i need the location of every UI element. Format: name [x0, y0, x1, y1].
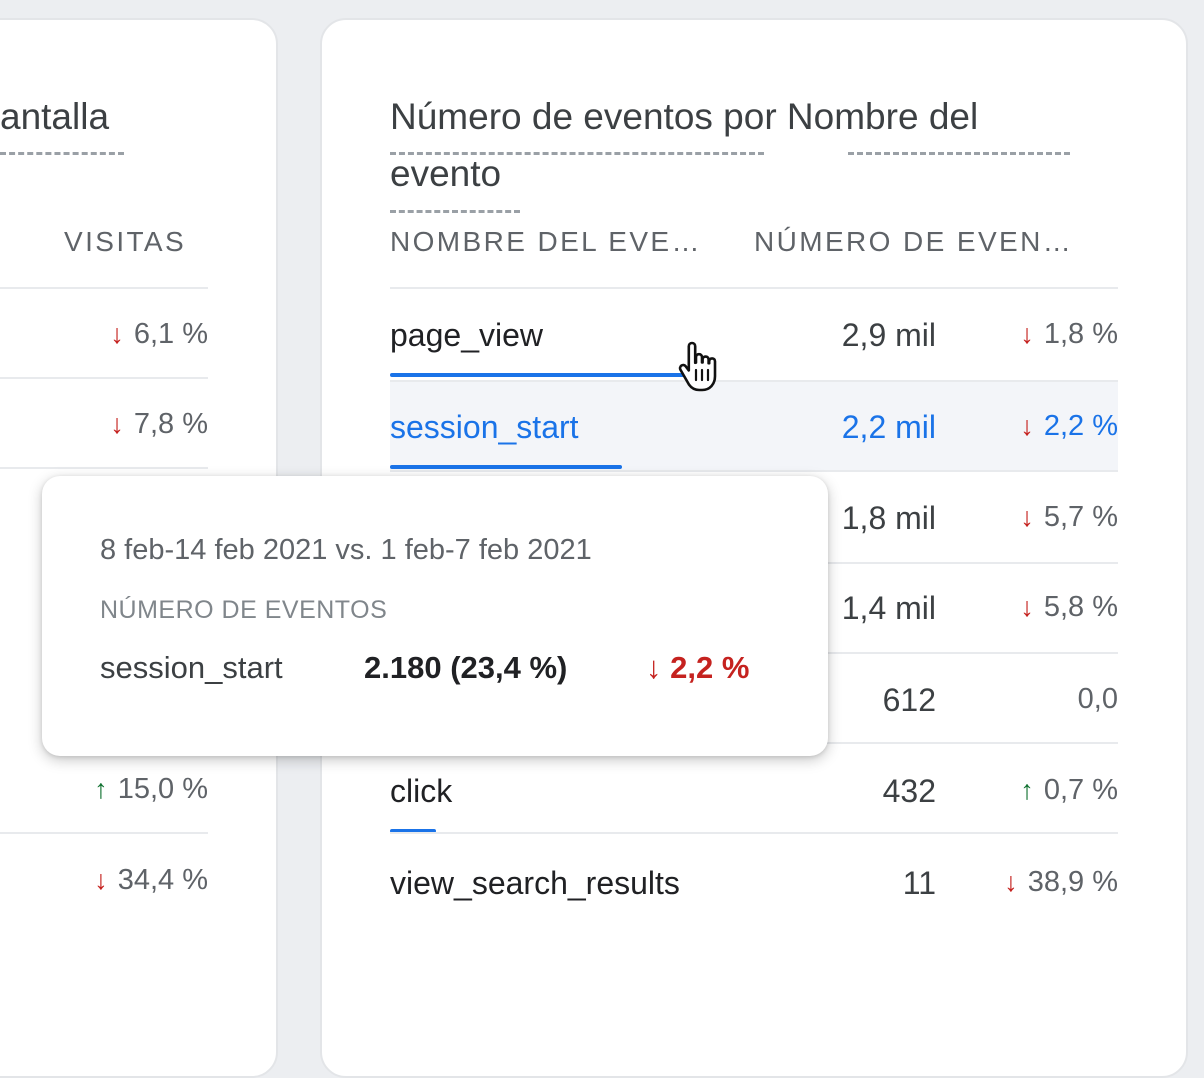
column-header-visitas[interactable]: VISITAS — [64, 226, 186, 258]
title-underline-dimension[interactable] — [848, 152, 1070, 155]
left-row-change: ↓ 7,8 % — [110, 408, 208, 441]
left-row-change-value: 15,0 % — [117, 773, 208, 805]
left-row-change-value: 34,4 % — [117, 864, 208, 896]
header-divider — [0, 287, 208, 289]
event-change-value: 38,9 % — [1027, 866, 1118, 898]
right-card-title-line2: evento — [390, 153, 502, 194]
event-change-value: 2,2 % — [1043, 410, 1118, 442]
event-change-value: 5,8 % — [1043, 591, 1118, 623]
tooltip: 8 feb-14 feb 2021 vs. 1 feb-7 feb 2021 N… — [42, 476, 828, 756]
event-change-value: 5,7 % — [1043, 501, 1118, 533]
share-bar — [390, 373, 697, 377]
event-count: 11 — [902, 865, 936, 901]
left-row-change-value: 6,1 % — [133, 318, 208, 350]
left-row-change: ↓ 6,1 % — [110, 318, 208, 351]
down-arrow-icon: ↓ — [646, 650, 662, 685]
down-arrow-icon: ↓ — [110, 409, 124, 439]
row-divider — [0, 832, 208, 834]
up-arrow-icon: ↑ — [1020, 775, 1034, 805]
event-change: ↓ 38,9 % — [1004, 866, 1118, 899]
hand-pointer-icon — [678, 341, 717, 392]
up-arrow-icon: ↑ — [94, 774, 108, 804]
event-change: ↑ 0,7 % — [1020, 774, 1118, 807]
column-header-event-count[interactable]: NÚMERO DE EVEN… — [754, 226, 1073, 258]
share-bar — [390, 465, 622, 469]
header-divider — [390, 287, 1118, 289]
event-count: 1,8 mil — [841, 500, 936, 536]
event-count: 2,9 mil — [841, 317, 936, 353]
down-arrow-icon: ↓ — [1020, 411, 1034, 441]
event-change-value: 0,0 — [1077, 683, 1118, 715]
down-arrow-icon: ↓ — [1020, 502, 1034, 532]
event-change: ↓ 1,8 % — [1020, 318, 1118, 351]
row-divider — [0, 377, 208, 379]
right-card-title-line1: Número de eventos por Nombre del — [390, 96, 979, 137]
event-count: 612 — [882, 682, 936, 718]
title-underline — [0, 152, 124, 155]
event-count: 2,2 mil — [841, 409, 936, 445]
left-row-change-value: 7,8 % — [133, 408, 208, 440]
left-card-title: antalla — [0, 96, 110, 137]
event-change-value: 0,7 % — [1043, 774, 1118, 806]
row-divider — [390, 380, 1118, 382]
tooltip-metric: NÚMERO DE EVENTOS — [100, 596, 388, 624]
left-row-change: ↓ 34,4 % — [94, 864, 208, 897]
down-arrow-icon: ↓ — [1020, 592, 1034, 622]
tooltip-change: ↓ 2,2 % — [646, 650, 749, 686]
title-underline-dimension-2[interactable] — [390, 210, 520, 213]
left-row-change: ↑ 15,0 % — [94, 773, 208, 806]
row-divider — [390, 832, 1118, 834]
event-name[interactable]: view_search_results — [390, 865, 680, 902]
tooltip-event-name: session_start — [100, 650, 283, 685]
event-name[interactable]: click — [390, 773, 452, 810]
down-arrow-icon: ↓ — [94, 865, 108, 895]
event-change: ↓ 5,7 % — [1020, 501, 1118, 534]
row-divider — [0, 467, 208, 469]
event-name[interactable]: page_view — [390, 317, 543, 354]
event-change: ↓ 2,2 % — [1020, 410, 1118, 443]
event-count: 1,4 mil — [841, 590, 936, 626]
event-change: 0,0 — [1078, 683, 1118, 716]
event-change-value: 1,8 % — [1043, 318, 1118, 350]
event-change: ↓ 5,8 % — [1020, 591, 1118, 624]
tooltip-date-range: 8 feb-14 feb 2021 vs. 1 feb-7 feb 2021 — [100, 534, 592, 566]
column-header-event-name[interactable]: NOMBRE DEL EVE… — [390, 226, 702, 258]
tooltip-change-value: 2,2 % — [670, 650, 750, 685]
row-divider — [390, 470, 1118, 472]
tooltip-value: 2.180 (23,4 %) — [364, 650, 568, 685]
down-arrow-icon: ↓ — [1004, 867, 1018, 897]
down-arrow-icon: ↓ — [110, 319, 124, 349]
down-arrow-icon: ↓ — [1020, 319, 1034, 349]
event-name[interactable]: session_start — [390, 409, 579, 446]
event-count: 432 — [882, 773, 936, 809]
